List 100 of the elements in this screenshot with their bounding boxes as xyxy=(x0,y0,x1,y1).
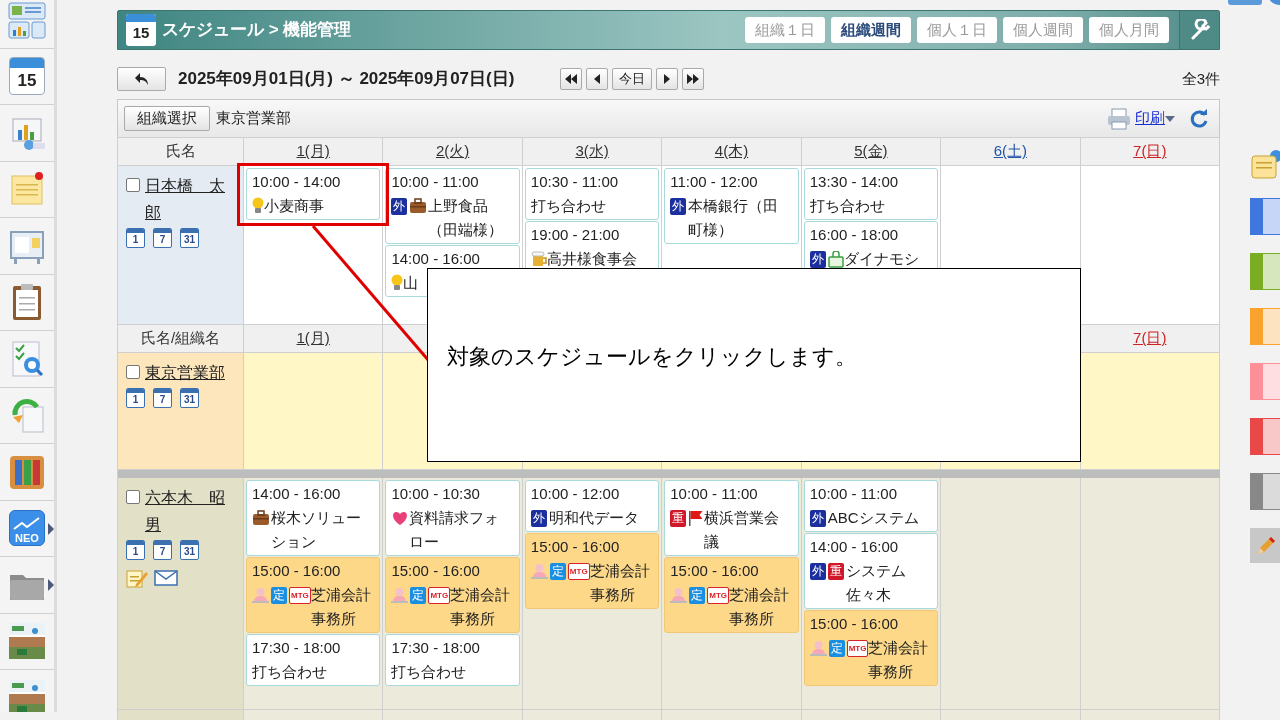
entry-time: 10:30 - 11:00 xyxy=(530,173,619,190)
calendar-view-label: 1 xyxy=(131,545,140,559)
today-button[interactable]: 今日 xyxy=(612,68,653,90)
tag-badge: 外 xyxy=(530,509,547,527)
note-icon[interactable] xyxy=(1250,150,1280,180)
entry-time: 14:00 - 16:00 xyxy=(391,250,480,267)
window-icon[interactable] xyxy=(1228,0,1262,6)
caret-icon xyxy=(1165,115,1175,122)
calendar-view-icon[interactable]: 31 xyxy=(180,388,199,408)
schedule-entry[interactable]: 10:00 - 11:00 外 ABCシステム xyxy=(803,480,939,532)
nav-button[interactable] xyxy=(682,68,705,90)
schedule-entry[interactable]: 14:00 - 16:00 外 重 システム佐々木 xyxy=(803,533,939,609)
nav-button[interactable] xyxy=(586,68,609,90)
light-bulb-icon xyxy=(252,197,264,215)
back-arrow-icon xyxy=(134,72,149,86)
schedule-entry[interactable]: 10:00 - 11:00 重 横浜営業会議 xyxy=(664,480,799,556)
member-name-link[interactable]: 日本橋 太郎 xyxy=(145,172,235,226)
sidebar-item[interactable]: 15 xyxy=(0,48,54,105)
entry-time: 10:00 - 10:30 xyxy=(391,485,480,502)
column-header: 氏名/組織名 xyxy=(140,328,221,349)
entry-title: ABCシステム xyxy=(827,508,920,528)
color-swatch[interactable] xyxy=(1250,253,1280,290)
entry-time: 14:00 - 16:00 xyxy=(252,485,341,502)
person-icon xyxy=(670,586,688,604)
print-link[interactable]: 印刷 xyxy=(1135,107,1165,130)
entry-time: 17:30 - 18:00 xyxy=(252,639,341,656)
calendar-view-icon[interactable]: 7 xyxy=(153,388,172,408)
calendar-view-label: 31 xyxy=(182,393,197,407)
select-checkbox[interactable] xyxy=(126,178,140,192)
schedule-entry[interactable]: 10:00 - 12:00 外 明和代データ xyxy=(524,480,660,532)
calendar-view-icon[interactable]: 1 xyxy=(126,388,145,408)
day-header-link[interactable]: 4(木) xyxy=(714,140,749,163)
day-header-link[interactable]: 7(日) xyxy=(1133,327,1167,350)
settings-button[interactable] xyxy=(1179,11,1219,49)
view-tab[interactable]: 組織週間 xyxy=(831,16,911,43)
entry-title: 資料請求フォロー xyxy=(409,508,501,552)
entry-title: 本橋銀行（田町様） xyxy=(688,196,780,240)
day-header-link[interactable]: 5(金) xyxy=(854,140,888,163)
result-count: 全3件 xyxy=(1181,68,1220,89)
entry-time: 11:00 - 12:00 xyxy=(670,173,758,190)
color-swatch[interactable] xyxy=(1250,473,1280,510)
neo-app-label: NEO xyxy=(15,531,39,546)
schedule-entry[interactable]: 15:00 - 16:00 定 MTG 芝浦会計事務所 xyxy=(246,557,381,633)
color-swatch[interactable] xyxy=(1250,363,1280,400)
schedule-entry[interactable]: 14:00 - 16:00 桜木ソリューション xyxy=(246,480,381,556)
day-header-link[interactable]: 2(火) xyxy=(435,140,470,163)
schedule-entry[interactable]: 10:30 - 11:00 打ち合わせ xyxy=(524,168,660,220)
next-icon xyxy=(664,74,671,84)
day-header-link[interactable]: 6(土) xyxy=(993,140,1027,163)
calendar-view-icon[interactable]: 1 xyxy=(126,540,145,560)
shopping-bag-icon xyxy=(827,250,844,268)
entry-time: 15:00 - 16:00 xyxy=(670,562,759,579)
schedule-entry[interactable]: 15:00 - 16:00 定 MTG 芝浦会計事務所 xyxy=(664,557,799,633)
calendar-view-icon[interactable]: 31 xyxy=(180,228,199,248)
entry-title: 打ち合わせ xyxy=(391,662,468,682)
schedule-entry[interactable]: 13:30 - 14:00 打ち合わせ xyxy=(803,168,939,220)
day-header-link[interactable]: 1(月) xyxy=(296,140,330,163)
person-icon xyxy=(252,586,269,604)
back-button[interactable] xyxy=(117,67,166,91)
calendar-view-icon[interactable]: 1 xyxy=(126,228,145,248)
select-checkbox[interactable] xyxy=(126,490,140,504)
calendar-view-icon[interactable]: 31 xyxy=(180,540,199,560)
tag-badge: 外 xyxy=(670,197,687,215)
entry-time: 13:30 - 14:00 xyxy=(809,173,899,190)
entry-title: 山 xyxy=(403,273,420,293)
heart-icon xyxy=(391,510,410,526)
schedule-entry[interactable]: 17:30 - 18:00 打ち合わせ xyxy=(246,634,381,686)
entry-title: システム佐々木 xyxy=(845,561,907,605)
schedule-entry[interactable]: 15:00 - 16:00 定 MTG 芝浦会計事務所 xyxy=(385,557,520,633)
calendar-view-icon[interactable]: 7 xyxy=(153,228,172,248)
nav-button[interactable] xyxy=(560,68,583,90)
tag-badge: 定 xyxy=(828,639,845,657)
schedule-entry[interactable]: 10:00 - 10:30 資料請求フォロー xyxy=(385,480,520,556)
select-checkbox[interactable] xyxy=(126,365,140,379)
schedule-entry[interactable]: 11:00 - 12:00 外 本橋銀行（田町様） xyxy=(664,168,799,244)
member-name-link[interactable]: 東京営業部 xyxy=(145,359,225,386)
entry-title: 芝浦会計事務所 xyxy=(589,561,651,605)
member-name-link[interactable]: 六本木 昭男 xyxy=(145,484,235,538)
day-header-link[interactable]: 3(水) xyxy=(575,140,609,163)
page-title: スケジュール > 機能管理 xyxy=(162,19,352,42)
color-swatch[interactable] xyxy=(1250,308,1280,345)
schedule-entry[interactable]: 10:00 - 11:00 外 上野食品（田端様） xyxy=(385,168,520,244)
calendar-view-icon[interactable]: 7 xyxy=(153,540,172,560)
refresh-icon[interactable] xyxy=(1189,108,1209,129)
day-header-link[interactable]: 1(月) xyxy=(296,327,330,350)
entry-time: 15:00 - 16:00 xyxy=(809,615,899,632)
schedule-entry[interactable]: 10:00 - 14:00 小麦商事 xyxy=(246,168,381,220)
pencil-button[interactable] xyxy=(1250,528,1280,563)
entry-title: ダイナモシ xyxy=(843,249,920,269)
nav-button[interactable] xyxy=(656,68,679,90)
schedule-entry[interactable]: 15:00 - 16:00 定 MTG 芝浦会計事務所 xyxy=(524,533,660,609)
sidebar-item[interactable] xyxy=(0,0,54,49)
schedule-entry[interactable]: 15:00 - 16:00 定 MTG 芝浦会計事務所 xyxy=(803,610,939,686)
entry-time: 15:00 - 16:00 xyxy=(391,562,480,579)
color-swatch[interactable] xyxy=(1250,418,1280,455)
entry-time: 14:00 - 16:00 xyxy=(809,538,899,555)
day-header-link[interactable]: 7(日) xyxy=(1133,140,1167,163)
color-swatch[interactable] xyxy=(1250,198,1280,235)
schedule-entry[interactable]: 17:30 - 18:00 打ち合わせ xyxy=(385,634,520,686)
organization-select-button[interactable]: 組織選択 xyxy=(124,106,210,132)
